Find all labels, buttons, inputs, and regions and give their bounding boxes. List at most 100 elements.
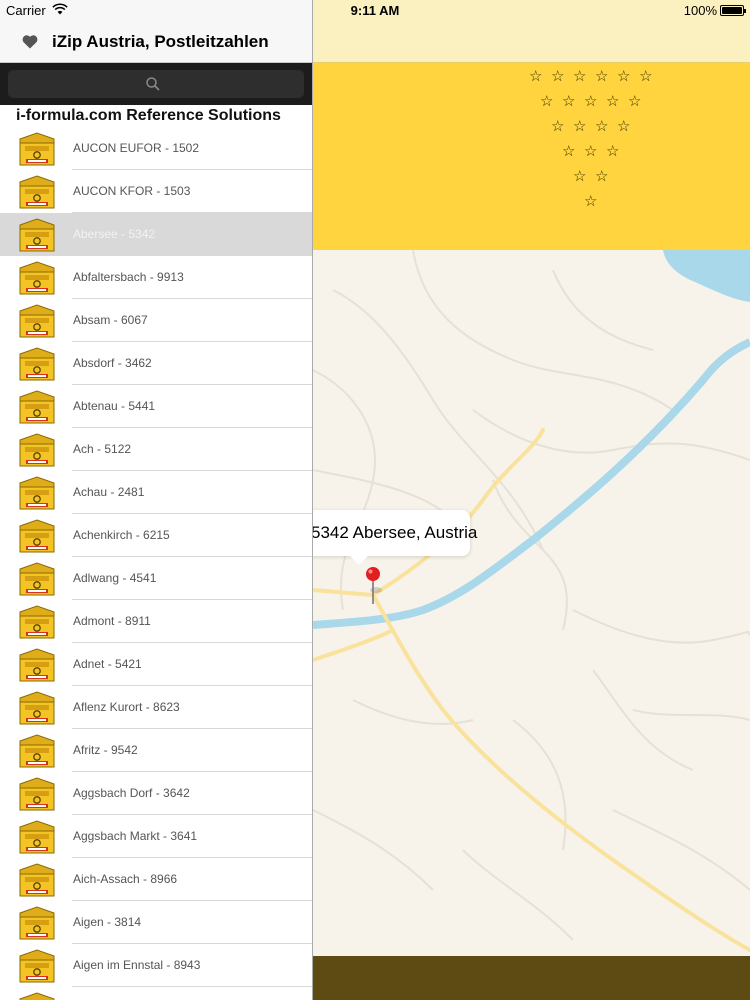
list-item[interactable]: Abersee - 5342 [0,213,312,256]
mailbox-icon [19,605,55,639]
list-item[interactable]: Achau - 2481 [0,471,312,514]
list-item-label: Abfaltersbach - 9913 [73,270,184,284]
list-item[interactable]: Admont - 8911 [0,600,312,643]
list-item[interactable]: Aggsbach Dorf - 3642 [0,772,312,815]
star-icon: ☆ [628,93,642,110]
star-icon: ☆ [617,118,631,135]
status-bar: Carrier 9:11 AM 100% [0,0,750,22]
mailbox-icon [19,691,55,725]
list-item-label: Admont - 8911 [73,614,151,628]
list-item-label: Absam - 6067 [73,313,148,327]
list-item[interactable]: Abtenau - 5441 [0,385,312,428]
list-item[interactable]: AUCON EUFOR - 1502 [0,127,312,170]
star-icon: ☆ [551,68,565,85]
star-icon: ☆ [595,68,609,85]
map-pin-icon[interactable] [364,566,382,608]
list-item[interactable]: Aigen im Ennstal - 8943 [0,944,312,987]
state-flag-banner: ☆ ☆ ☆ ☆ ☆ ☆ ☆ ☆ ☆ ☆ ☆ ☆ ☆ ☆ ☆ ☆ ☆ ☆ ☆ ☆ ☆ [313,63,750,250]
list-item-label: Abtenau - 5441 [73,399,156,413]
list-item-label: Achau - 2481 [73,485,145,499]
star-icon: ☆ [639,68,653,85]
mailbox-icon [19,648,55,682]
star-icon: ☆ [584,193,598,210]
list-item-label: Ach - 5122 [73,442,132,456]
star-icon: ☆ [595,118,609,135]
search-input[interactable] [8,70,304,98]
star-icon: ☆ [529,68,543,85]
list-item-label: Adnet - 5421 [73,657,142,671]
mailbox-icon [19,992,55,1000]
page-title: iZip Austria, Postleitzahlen [52,32,269,51]
list-item[interactable]: Aflenz Kurort - 8623 [0,686,312,729]
star-icon: ☆ [606,143,620,160]
bottom-toolbar [313,956,750,1000]
mailbox-icon [19,218,55,252]
list-item[interactable]: Abfaltersbach - 9913 [0,256,312,299]
mailbox-icon [19,390,55,424]
list-item[interactable]: Absam - 6067 [0,299,312,342]
list-item[interactable]: Aggsbach Markt - 3641 [0,815,312,858]
list-item[interactable]: Afritz - 9542 [0,729,312,772]
battery-percent: 100% [683,3,717,18]
split-divider [312,0,313,1000]
mailbox-icon [19,519,55,553]
list-item[interactable]: AUCON KFOR - 1503 [0,170,312,213]
star-icon: ☆ [540,93,554,110]
search-bar [0,63,312,105]
mailbox-icon [19,132,55,166]
list-item-label: Achenkirch - 6215 [73,528,170,542]
list-item-label: Adlwang - 4541 [73,571,157,585]
list-item[interactable]: Aigen - 3814 [0,901,312,944]
mailbox-icon [19,949,55,983]
star-icon: ☆ [573,68,587,85]
star-icon: ☆ [606,93,620,110]
list-item[interactable]: Adnet - 5421 [0,643,312,686]
list-item[interactable]: Ach - 5122 [0,428,312,471]
list-item-label: Aflenz Kurort - 8623 [73,700,180,714]
mailbox-icon [19,863,55,897]
mailbox-icon [19,261,55,295]
mailbox-icon [19,562,55,596]
star-icon: ☆ [551,118,565,135]
list-item-label: Afritz - 9542 [73,743,138,757]
list-item-label: Aich-Assach - 8966 [73,872,178,886]
list-item[interactable] [0,987,312,1000]
star-icon: ☆ [584,93,598,110]
list-item[interactable]: Adlwang - 4541 [0,557,312,600]
mailbox-icon [19,347,55,381]
mailbox-icon [19,906,55,940]
star-icon: ☆ [573,168,587,185]
mailbox-icon [19,476,55,510]
list-item-label: AUCON KFOR - 1503 [73,184,191,198]
star-icon: ☆ [573,118,587,135]
list-item-label: Aggsbach Markt - 3641 [73,829,198,843]
detail-panel: ☆ ☆ ☆ ☆ ☆ ☆ ☆ ☆ ☆ ☆ ☆ ☆ ☆ ☆ ☆ ☆ ☆ ☆ ☆ ☆ ☆ [313,0,750,1000]
callout-label: 5342 Abersee, Austria [313,523,478,542]
list-item-label: Abersee - 5342 [73,227,156,241]
mailbox-icon [19,304,55,338]
list-item[interactable]: Absdorf - 3462 [0,342,312,385]
clock: 9:11 AM [350,3,400,18]
star-icon: ☆ [584,143,598,160]
location-list: AUCON EUFOR - 1502 AUCON KFOR - 1503 Abers… [0,127,312,1000]
star-icon: ☆ [617,68,631,85]
battery-icon [720,5,746,16]
list-item[interactable]: Achenkirch - 6215 [0,514,312,557]
star-icon: ☆ [562,143,576,160]
section-header: i-formula.com Reference Solutions [0,105,312,127]
list-item-label: Absdorf - 3462 [73,356,152,370]
star-icon: ☆ [562,93,576,110]
mailbox-icon [19,433,55,467]
list-item-label: AUCON EUFOR - 1502 [73,141,200,155]
list-item-label: Aigen - 3814 [73,915,142,929]
list-item-label: Aigen im Ennstal - 8943 [73,958,201,972]
mailbox-icon [19,777,55,811]
star-icon: ☆ [595,168,609,185]
map-callout[interactable]: 5342 Abersee, Austria [313,510,477,565]
list-item[interactable]: Aich-Assach - 8966 [0,858,312,901]
mailbox-icon [19,820,55,854]
mailbox-icon [19,734,55,768]
list-item-label: Aggsbach Dorf - 3642 [73,786,190,800]
heart-icon[interactable] [22,34,38,49]
mailbox-icon [19,175,55,209]
